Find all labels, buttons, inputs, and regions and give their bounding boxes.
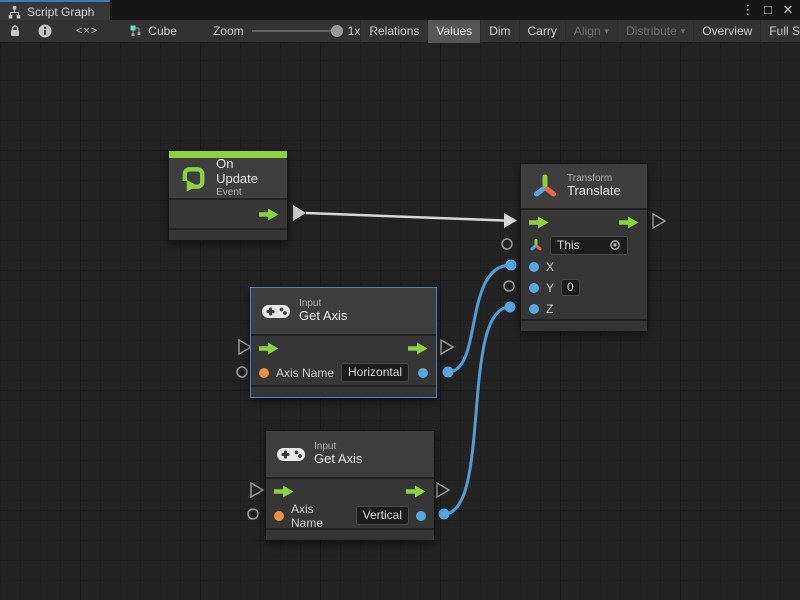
node-on-update[interactable]: On Update Event (168, 150, 288, 241)
port-axisname-in-getaxis-h[interactable] (237, 367, 247, 377)
node-title: On Update (216, 157, 277, 187)
node-title: Get Axis (299, 309, 347, 324)
axis-name-port-dot[interactable] (259, 368, 269, 378)
node-title: Get Axis (314, 452, 362, 467)
x-port-dot[interactable] (529, 262, 539, 272)
loop-arrow-icon (179, 163, 208, 193)
wire-value-getaxisH-translateX[interactable] (448, 265, 511, 372)
code-literal-button[interactable]: <×> (60, 25, 114, 37)
port-z-translate[interactable] (505, 302, 516, 313)
titlebar: Script Graph ⋮ □ ✕ (0, 0, 800, 20)
zoom-control: Zoom 1x (213, 24, 360, 38)
node-footer (521, 319, 647, 331)
dim-button[interactable]: Dim (480, 20, 518, 43)
object-picker-icon[interactable] (609, 239, 621, 251)
tab-title: Script Graph (27, 4, 94, 20)
node-header: Input Get Axis (251, 288, 436, 334)
port-this-translate[interactable] (502, 239, 512, 249)
x-port-label: X (546, 260, 554, 274)
graph-toolbar: <×> Cube Zoom 1x Relations Values (0, 20, 800, 43)
zoom-label: Zoom (213, 24, 244, 38)
hierarchy-icon (8, 6, 21, 19)
flow-out-arrow-icon[interactable] (406, 485, 426, 498)
result-port-dot[interactable] (416, 511, 426, 521)
this-object-field[interactable]: This (550, 236, 628, 255)
wire-flow-onupdate-translate[interactable] (306, 213, 504, 221)
node-title: Translate (567, 184, 621, 199)
script-graph-asset-icon (130, 25, 142, 37)
window-maximize-button[interactable]: □ (760, 1, 776, 19)
transform-axes-icon (531, 172, 559, 200)
port-result-getaxis-v[interactable] (439, 509, 450, 520)
node-header: Transform Translate (521, 164, 647, 208)
carry-button[interactable]: Carry (519, 20, 565, 43)
node-footer (169, 228, 287, 240)
axis-name-label: Axis Name (291, 502, 349, 530)
port-flow-out-getaxis-h[interactable] (441, 340, 453, 354)
window-close-button[interactable]: ✕ (780, 1, 796, 19)
node-header: On Update Event (169, 158, 287, 198)
toolbar-toggle-group: Relations Values Dim Carry Align ▾ Distr… (360, 20, 800, 43)
flow-out-arrow-icon[interactable] (259, 208, 279, 221)
node-get-axis-horizontal[interactable]: Input Get Axis Axis Name Horizon (250, 287, 437, 398)
transform-axes-icon (529, 238, 543, 252)
distribute-button[interactable]: Distribute ▾ (617, 20, 693, 43)
y-port-dot[interactable] (529, 283, 539, 293)
lock-button[interactable] (0, 20, 30, 42)
node-type-label: Event (216, 187, 277, 199)
z-port-label: Z (546, 302, 553, 316)
axis-name-label: Axis Name (276, 366, 334, 380)
flow-in-arrow-icon[interactable] (259, 342, 279, 355)
zoom-value: 1x (348, 24, 361, 38)
result-port-dot[interactable] (418, 368, 428, 378)
window-menu-button[interactable]: ⋮ (740, 1, 756, 19)
flow-in-arrow-icon[interactable] (529, 216, 549, 229)
axis-name-field[interactable]: Vertical (356, 506, 409, 525)
port-flow-in-getaxis-v[interactable] (251, 483, 263, 497)
graph-asset-reference[interactable]: Cube (130, 24, 177, 38)
gamepad-icon (261, 301, 291, 321)
wire-flow-arrowhead[interactable] (504, 213, 517, 228)
port-y-translate[interactable] (504, 281, 514, 291)
flow-in-arrow-icon[interactable] (274, 485, 294, 498)
port-flow-out-on-update[interactable] (293, 205, 306, 221)
flow-out-arrow-icon[interactable] (408, 342, 428, 355)
graph-canvas[interactable]: On Update Event (0, 43, 800, 600)
node-footer (251, 385, 436, 397)
chevron-down-icon: ▾ (605, 26, 610, 37)
values-button[interactable]: Values (427, 20, 480, 43)
zoom-slider-track[interactable] (252, 30, 340, 32)
relations-button[interactable]: Relations (360, 20, 427, 43)
port-axisname-in-getaxis-v[interactable] (248, 509, 258, 519)
graph-asset-name: Cube (148, 24, 177, 38)
chevron-down-icon: ▾ (681, 26, 686, 37)
y-port-label: Y (546, 281, 554, 295)
info-icon (38, 24, 52, 38)
port-flow-out-translate[interactable] (653, 214, 665, 228)
port-x-translate[interactable] (506, 260, 517, 271)
gamepad-icon (276, 444, 306, 464)
lock-icon (8, 24, 22, 38)
wire-value-getaxisV-translateZ[interactable] (444, 307, 510, 514)
zoom-slider-handle[interactable] (331, 25, 343, 37)
axis-name-port-dot[interactable] (274, 511, 284, 521)
flow-out-arrow-icon[interactable] (619, 216, 639, 229)
align-button[interactable]: Align ▾ (565, 20, 617, 43)
port-flow-out-getaxis-v[interactable] (437, 483, 449, 497)
info-button[interactable] (30, 20, 60, 42)
port-result-getaxis-h[interactable] (443, 367, 454, 378)
node-footer (266, 528, 434, 540)
overview-button[interactable]: Overview (693, 20, 760, 43)
script-graph-window: Script Graph ⋮ □ ✕ <×> (0, 0, 800, 600)
window-controls: ⋮ □ ✕ (740, 0, 796, 20)
node-translate[interactable]: Transform Translate (520, 163, 648, 332)
y-value-field[interactable]: 0 (561, 279, 580, 296)
tab-script-graph[interactable]: Script Graph (0, 0, 110, 20)
z-port-dot[interactable] (529, 304, 539, 314)
axis-name-field[interactable]: Horizontal (341, 363, 409, 382)
node-get-axis-vertical[interactable]: Input Get Axis Axis Name Vertica (265, 430, 435, 541)
node-header: Input Get Axis (266, 431, 434, 477)
full-screen-button[interactable]: Full Screen (760, 20, 800, 43)
